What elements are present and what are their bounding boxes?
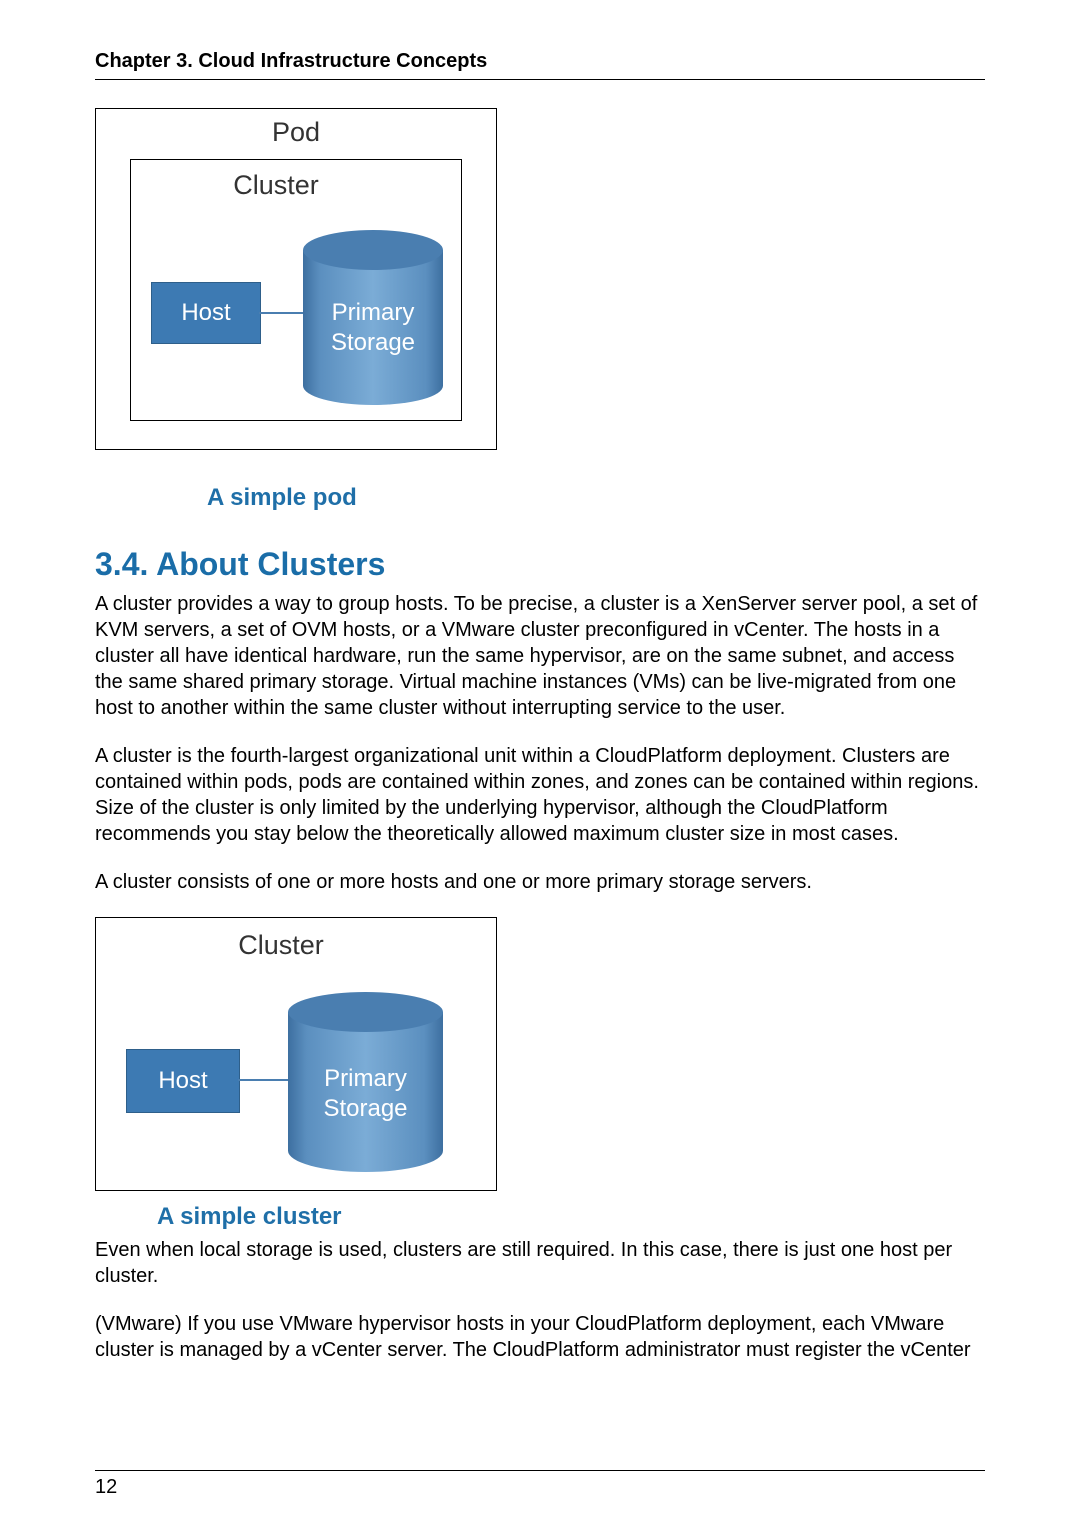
cluster-diagram: Cluster Host Primary Storage [95, 917, 497, 1191]
pod-title: Pod [96, 117, 496, 148]
cluster-caption: A simple cluster [157, 1203, 985, 1231]
storage-line2: Storage [331, 329, 415, 356]
storage-line1: Primary [332, 299, 415, 326]
storage-cylinder-2: Primary Storage [288, 992, 443, 1172]
cluster-box: Cluster Host Primary Storage [130, 159, 462, 421]
cluster-title: Cluster [66, 930, 496, 961]
connector-line [259, 312, 307, 314]
connector-line-2 [238, 1079, 290, 1081]
host-box-2: Host [126, 1049, 240, 1113]
storage-cylinder: Primary Storage [303, 230, 443, 405]
pod-diagram: Pod Cluster Host Primary Storage [95, 108, 497, 450]
cluster-title-inner: Cluster [91, 170, 461, 201]
page-number: 12 [95, 1476, 117, 1499]
page: Chapter 3. Cloud Infrastructure Concepts… [0, 0, 1080, 1527]
host-label-2: Host [158, 1067, 207, 1095]
para4: Even when local storage is used, cluster… [95, 1237, 985, 1289]
para3: A cluster consists of one or more hosts … [95, 869, 985, 895]
storage2-line1: Primary [324, 1065, 407, 1092]
footer-rule [95, 1470, 985, 1471]
host-label: Host [181, 299, 230, 327]
para1: A cluster provides a way to group hosts.… [95, 591, 985, 721]
storage2-line2: Storage [323, 1095, 407, 1122]
para2: A cluster is the fourth-largest organiza… [95, 743, 985, 847]
chapter-header: Chapter 3. Cloud Infrastructure Concepts [95, 50, 985, 80]
host-box: Host [151, 282, 261, 344]
section-heading: 3.4. About Clusters [95, 546, 985, 583]
para5: (VMware) If you use VMware hypervisor ho… [95, 1311, 985, 1363]
pod-caption: A simple pod [207, 484, 985, 512]
